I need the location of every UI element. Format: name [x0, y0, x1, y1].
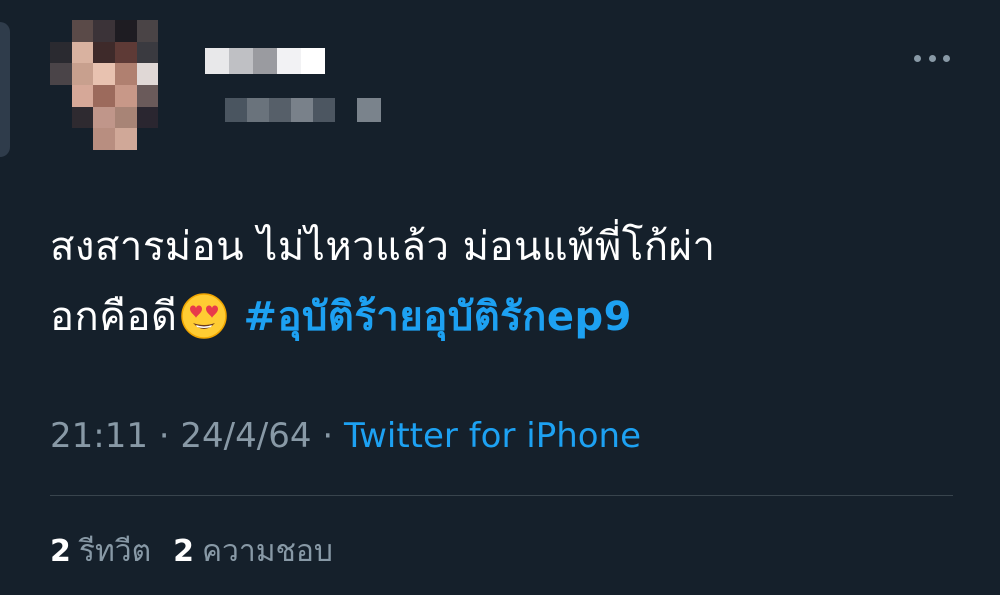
- more-horizontal-icon[interactable]: [914, 52, 950, 64]
- heart-eyes-emoji-icon: [180, 293, 227, 339]
- tweet-date[interactable]: 24/4/64: [180, 416, 311, 456]
- tweet-time[interactable]: 21:11: [50, 416, 148, 456]
- meta-separator: ·: [322, 416, 334, 456]
- scroll-edge: [0, 22, 10, 157]
- tweet[interactable]: สงสารม่อน ไม่ไหวแล้ว ม่อนแพ้พี่โก้ผ่า อก…: [0, 0, 1000, 595]
- avatar[interactable]: [50, 20, 180, 150]
- meta-separator: ·: [158, 416, 170, 456]
- likes-stat[interactable]: 2 ความชอบ: [173, 534, 333, 569]
- retweets-stat[interactable]: 2 รีทวีต: [50, 534, 151, 569]
- retweets-label: รีทวีต: [78, 534, 152, 569]
- tweet-meta: 21:11 · 24/4/64 · Twitter for iPhone: [50, 416, 641, 456]
- tweet-text: สงสารม่อน ไม่ไหวแล้ว ม่อนแพ้พี่โก้ผ่า อก…: [50, 212, 950, 352]
- retweets-count: 2: [50, 534, 71, 569]
- display-name[interactable]: [205, 48, 325, 74]
- tweet-stats: 2 รีทวีต 2 ความชอบ: [50, 528, 333, 575]
- tweet-source-link[interactable]: Twitter for iPhone: [344, 416, 641, 456]
- tweet-text-line2: อกคือดี: [50, 294, 178, 340]
- hashtag-link[interactable]: #อุบัติร้ายอุบัติรักep9: [244, 294, 632, 340]
- divider: [50, 495, 953, 496]
- likes-label: ความชอบ: [201, 534, 333, 569]
- likes-count: 2: [173, 534, 194, 569]
- tweet-text-line1: สงสารม่อน ไม่ไหวแล้ว ม่อนแพ้พี่โก้ผ่า: [50, 224, 716, 270]
- username[interactable]: [225, 98, 381, 122]
